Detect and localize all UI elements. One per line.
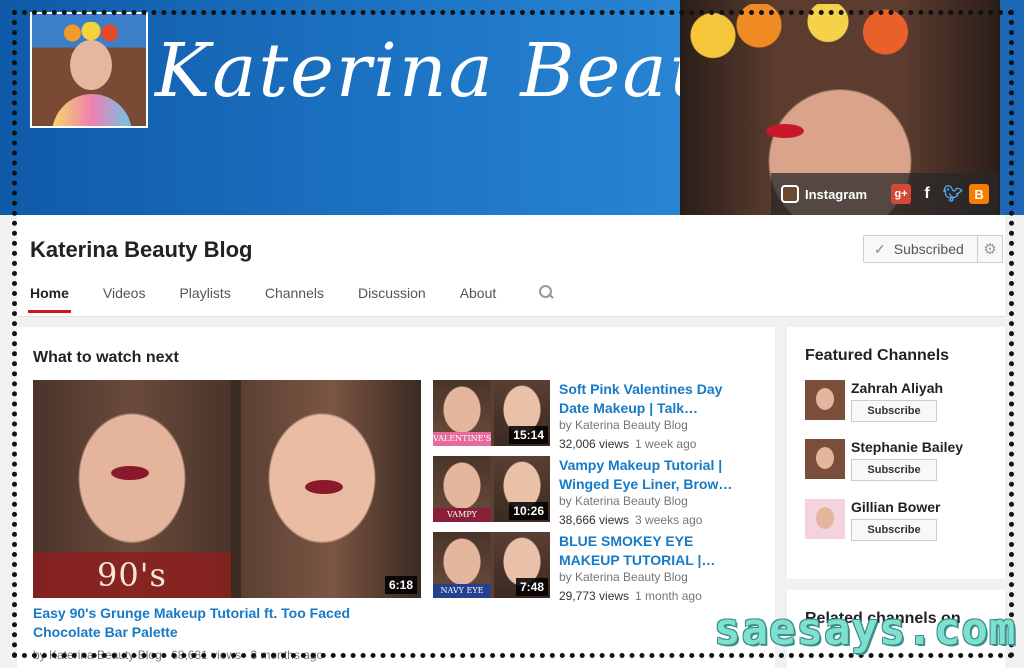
video-title[interactable]: BLUE SMOKEY EYE	[559, 532, 759, 551]
channel-avatar[interactable]	[805, 439, 845, 479]
channel-avatar[interactable]	[30, 12, 148, 128]
social-links: Instagram g+ f 🐦︎ B	[771, 173, 999, 215]
instagram-link[interactable]: Instagram	[805, 187, 867, 202]
subscribed-button[interactable]: ✓ Subscribed	[863, 235, 981, 263]
video-meta: 29,773 views 1 month ago	[559, 589, 702, 603]
featured-video-title[interactable]: Easy 90's Grunge Makeup Tutorial ft. Too…	[33, 604, 413, 642]
video-author[interactable]: by Katerina Beauty Blog	[33, 648, 162, 662]
video-title[interactable]: Date Makeup | Talk…	[559, 399, 759, 418]
blogger-icon[interactable]: B	[969, 184, 990, 204]
video-duration: 7:48	[515, 578, 548, 596]
gear-icon[interactable]: ⚙	[977, 235, 1003, 263]
channel-banner: Katerina Beauty. Instagram g+ f 🐦︎ B	[0, 0, 1024, 215]
video-item[interactable]: VALENTINE'S DAY 15:14 Soft Pink Valentin…	[433, 380, 773, 451]
facebook-icon[interactable]: f	[917, 184, 937, 204]
video-title[interactable]: Winged Eye Liner, Brow…	[559, 475, 759, 494]
featured-channels-panel: Featured Channels Zahrah Aliyah Subscrib…	[787, 327, 1005, 579]
featured-video-thumbnail[interactable]: 90's GRUNGE 6:18	[33, 380, 421, 598]
tab-discussion[interactable]: Discussion	[358, 283, 426, 311]
channel-name[interactable]: Zahrah Aliyah	[851, 380, 943, 396]
check-icon: ✓	[874, 240, 886, 257]
video-duration: 6:18	[384, 576, 417, 594]
subscribed-label: Subscribed	[893, 241, 964, 257]
featured-channel-item: Gillian Bower Subscribe	[805, 499, 1001, 543]
video-title[interactable]: MAKEUP TUTORIAL |…	[559, 551, 759, 570]
video-duration: 15:14	[509, 426, 548, 444]
search-icon[interactable]	[539, 285, 553, 299]
lips-graphic	[305, 480, 343, 494]
video-views: 32,006 views	[559, 437, 630, 451]
avatar-face-graphic	[70, 40, 112, 90]
channel-title[interactable]: Katerina Beauty Blog	[30, 237, 253, 263]
video-views: 68,681 views	[171, 648, 242, 662]
subscribe-button[interactable]: Subscribe	[851, 459, 937, 481]
video-meta: 32,006 views 1 week ago	[559, 437, 696, 451]
subscribe-button[interactable]: Subscribe	[851, 400, 937, 422]
google-plus-icon[interactable]: g+	[891, 184, 912, 204]
video-meta: 38,666 views 3 weeks ago	[559, 513, 702, 527]
tab-playlists[interactable]: Playlists	[179, 283, 230, 311]
video-thumbnail[interactable]: NAVY EYE LOOK 7:48	[433, 532, 550, 598]
lips-graphic	[111, 466, 149, 480]
video-item[interactable]: VAMPY MAKEUP 10:26 Vampy Makeup Tutorial…	[433, 456, 773, 527]
tab-about[interactable]: About	[460, 283, 497, 311]
what-to-watch-section: What to watch next 90's GRUNGE 6:18 Easy…	[17, 327, 775, 668]
subscribe-button[interactable]: Subscribe	[851, 519, 937, 541]
tab-home[interactable]: Home	[28, 283, 71, 313]
video-duration: 10:26	[509, 502, 548, 520]
video-title[interactable]: Vampy Makeup Tutorial |	[559, 456, 759, 475]
thumbnail-tag: VAMPY MAKEUP	[433, 508, 491, 522]
instagram-icon[interactable]	[781, 185, 799, 203]
tab-videos[interactable]: Videos	[103, 283, 146, 311]
video-age: 3 months ago	[250, 648, 324, 662]
channel-header: Katerina Beauty Blog ✓ Subscribed ⚙ Home…	[17, 215, 1005, 317]
video-thumbnail[interactable]: VALENTINE'S DAY 15:14	[433, 380, 550, 446]
thumbnail-tag: VALENTINE'S DAY	[433, 432, 491, 446]
channel-tabs: Home Videos Playlists Channels Discussio…	[28, 283, 530, 313]
twitter-icon[interactable]: 🐦︎	[943, 184, 963, 204]
watermark: saesays.com	[714, 604, 1017, 655]
video-thumbnail[interactable]: VAMPY MAKEUP 10:26	[433, 456, 550, 522]
lips-graphic	[766, 124, 804, 138]
featured-channel-item: Zahrah Aliyah Subscribe	[805, 380, 1001, 424]
featured-channels-title: Featured Channels	[805, 347, 950, 364]
video-age: 1 week ago	[635, 437, 697, 451]
video-views: 29,773 views	[559, 589, 630, 603]
channel-name[interactable]: Gillian Bower	[851, 499, 940, 515]
flower-crown-graphic	[690, 4, 920, 74]
avatar-dress-graphic	[52, 94, 132, 126]
video-author[interactable]: by Katerina Beauty Blog	[559, 418, 688, 432]
video-age: 3 weeks ago	[635, 513, 703, 527]
section-title: What to watch next	[33, 349, 179, 366]
thumbnail-caption: 90's GRUNGE	[33, 552, 231, 598]
video-author[interactable]: by Katerina Beauty Blog	[559, 570, 688, 584]
video-title[interactable]: Soft Pink Valentines Day	[559, 380, 759, 399]
video-author[interactable]: by Katerina Beauty Blog	[559, 494, 688, 508]
featured-video-meta: by Katerina Beauty Blog 68,681 views 3 m…	[33, 648, 329, 662]
featured-channel-item: Stephanie Bailey Subscribe	[805, 439, 1001, 483]
video-item[interactable]: NAVY EYE LOOK 7:48 BLUE SMOKEY EYE MAKEU…	[433, 532, 773, 603]
channel-avatar[interactable]	[805, 499, 845, 539]
thumbnail-tag: NAVY EYE LOOK	[433, 584, 491, 598]
video-views: 38,666 views	[559, 513, 630, 527]
video-age: 1 month ago	[635, 589, 702, 603]
tab-channels[interactable]: Channels	[265, 283, 324, 311]
channel-avatar[interactable]	[805, 380, 845, 420]
channel-name[interactable]: Stephanie Bailey	[851, 439, 963, 455]
